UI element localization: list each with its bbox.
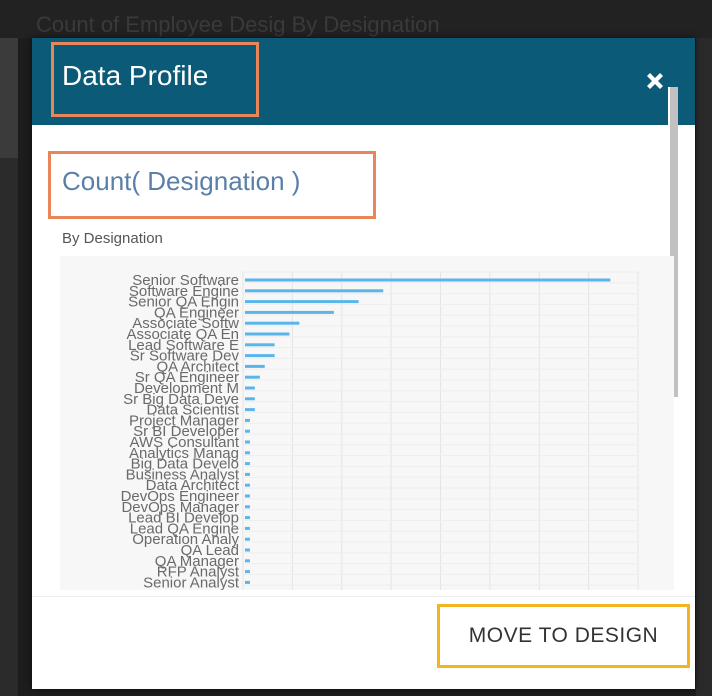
move-to-design-button[interactable]: MOVE TO DESIGN [437, 604, 690, 668]
chart-bar[interactable] [245, 580, 250, 584]
chart-bar[interactable] [245, 472, 250, 476]
chart-bar[interactable] [245, 300, 359, 304]
chart-bar[interactable] [245, 516, 250, 520]
title-highlight-box [51, 42, 259, 117]
chart-bar[interactable] [245, 440, 250, 444]
chart-bar[interactable] [245, 278, 611, 282]
close-button[interactable] [642, 68, 668, 94]
close-x-icon [647, 73, 663, 89]
bar-chart: Senior Software Software Engine Senior QA … [60, 256, 674, 590]
chart-bar[interactable] [245, 537, 250, 541]
chart-bar[interactable] [245, 310, 334, 314]
chart-bar[interactable] [245, 570, 250, 574]
chart-bar[interactable] [245, 494, 250, 498]
chart-bar[interactable] [245, 462, 250, 466]
backdrop-panel [0, 38, 18, 158]
bar-chart-svg: Senior SoftwareSoftware EngineSenior QA … [121, 271, 639, 590]
chart-bar[interactable] [245, 451, 250, 455]
chart-category-label: Senior Analyst [143, 574, 240, 590]
chart-bar[interactable] [245, 289, 384, 293]
chart-bar[interactable] [245, 386, 255, 390]
chart-bar[interactable] [245, 483, 250, 487]
chart-title: Count( Designation ) [62, 166, 301, 196]
chart-bar[interactable] [245, 332, 290, 336]
chart-bar[interactable] [245, 526, 250, 530]
chart-bar[interactable] [245, 559, 250, 563]
backdrop-title: Count of Employee Desig By Designation [36, 12, 440, 37]
chart-bar[interactable] [245, 418, 250, 422]
chart-bar[interactable] [245, 397, 255, 401]
chart-bar[interactable] [245, 321, 300, 325]
chart-bar[interactable] [245, 343, 275, 347]
chart-bar[interactable] [245, 375, 260, 379]
chart-bar[interactable] [245, 364, 265, 368]
chart-bar[interactable] [245, 408, 255, 412]
chart-bar[interactable] [245, 505, 250, 509]
backdrop-panel-lower [0, 158, 18, 696]
chart-bar[interactable] [245, 354, 275, 358]
chart-bar[interactable] [245, 429, 250, 433]
dialog-header: Data Profile [32, 38, 695, 125]
footer-divider [32, 596, 695, 597]
chart-bar[interactable] [245, 548, 250, 552]
chart-subtitle: By Designation [62, 230, 163, 247]
backdrop-right-panel [696, 38, 712, 696]
